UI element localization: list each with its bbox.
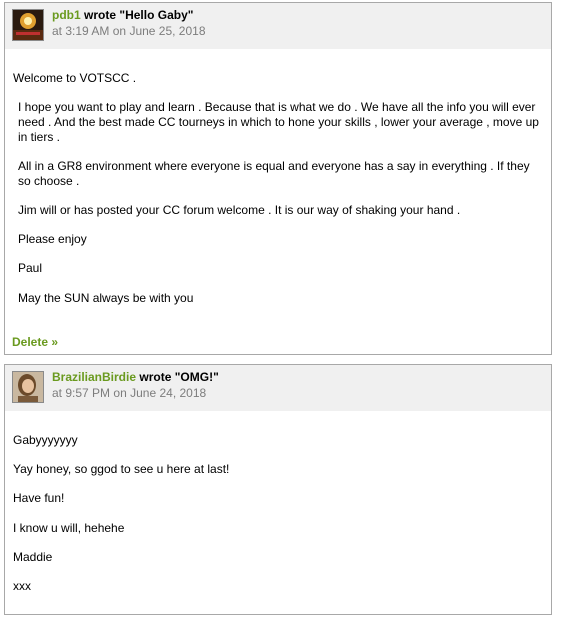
post-paragraph: Please enjoy	[18, 232, 87, 246]
post-header: BrazilianBirdie wrote "OMG!" at 9:57 PM …	[5, 365, 551, 411]
post-paragraph: Yay honey, so ggod to see u here at last…	[13, 462, 230, 476]
avatar[interactable]	[12, 371, 44, 403]
wrote-label: wrote	[84, 8, 117, 22]
date-prefix: on	[113, 386, 127, 400]
post-paragraph: I hope you want to play and learn . Beca…	[18, 100, 539, 144]
post-time: 3:19 AM	[65, 24, 110, 38]
date-prefix: on	[112, 24, 127, 38]
post-paragraph: Gabyyyyyyy	[13, 433, 78, 447]
post-paragraph: I know u will, hehehe	[13, 521, 125, 535]
post-paragraph: xxx	[13, 579, 31, 593]
post-paragraph: All in a GR8 environment where everyone …	[18, 159, 530, 188]
post-date: June 24, 2018	[130, 386, 207, 400]
post-title: "Hello Gaby"	[119, 8, 194, 22]
post-paragraph: Maddie	[13, 550, 53, 564]
wrote-label: wrote	[139, 370, 172, 384]
delete-link[interactable]: Delete »	[12, 335, 58, 349]
post-paragraph: Paul	[18, 261, 43, 275]
post-paragraph: Jim will or has posted your CC forum wel…	[18, 203, 461, 217]
post-timestamp: at 3:19 AM on June 25, 2018	[52, 24, 206, 38]
post-header: pdb1 wrote "Hello Gaby" at 3:19 AM on Ju…	[5, 3, 551, 49]
time-prefix: at	[52, 386, 63, 400]
post-paragraph: May the SUN always be with you	[18, 291, 194, 305]
time-prefix: at	[52, 24, 63, 38]
author-link[interactable]: pdb1	[52, 8, 81, 22]
post-timestamp: at 9:57 PM on June 24, 2018	[52, 386, 206, 400]
post-title: "OMG!"	[174, 370, 219, 384]
post-time: 9:57 PM	[65, 386, 111, 400]
post-paragraph: Welcome to VOTSCC .	[13, 71, 137, 85]
post-date: June 25, 2018	[129, 24, 206, 38]
post-title-line: BrazilianBirdie wrote "OMG!"	[52, 370, 219, 384]
message-post: pdb1 wrote "Hello Gaby" at 3:19 AM on Ju…	[4, 2, 552, 355]
avatar[interactable]	[12, 9, 44, 41]
post-paragraph: Have fun!	[13, 491, 65, 505]
post-title-line: pdb1 wrote "Hello Gaby"	[52, 8, 193, 22]
author-link[interactable]: BrazilianBirdie	[52, 370, 136, 384]
message-post: BrazilianBirdie wrote "OMG!" at 9:57 PM …	[4, 364, 552, 615]
